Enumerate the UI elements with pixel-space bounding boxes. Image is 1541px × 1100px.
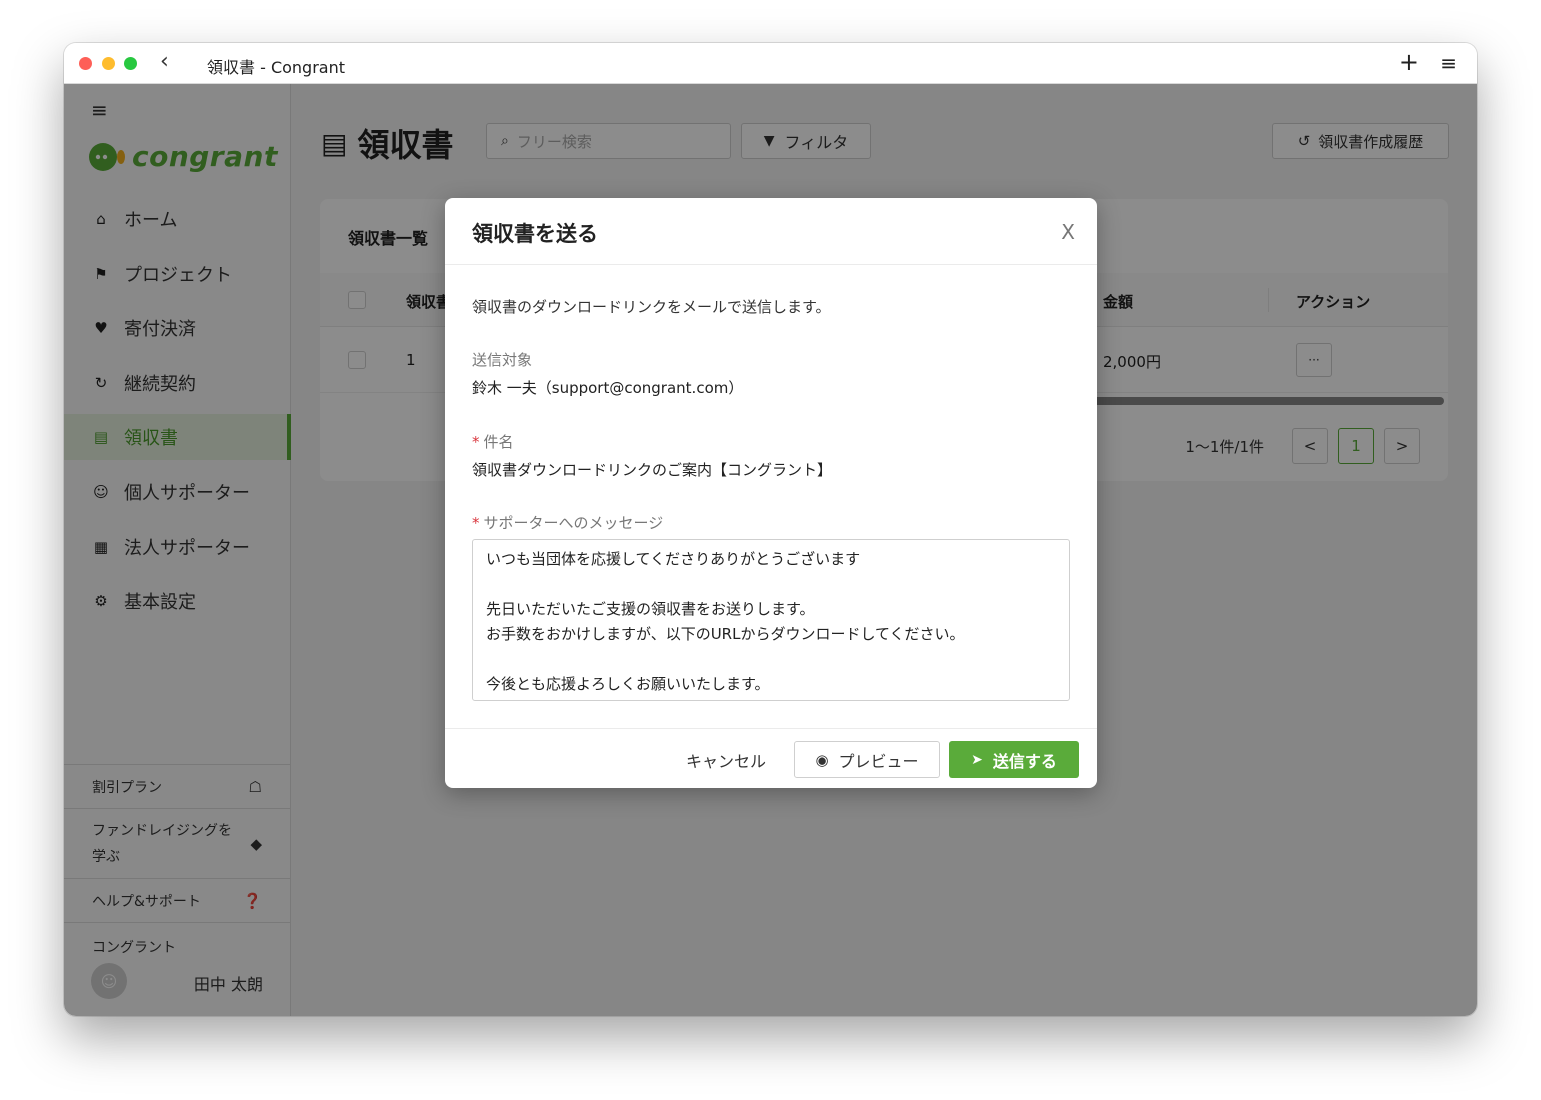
back-icon[interactable]: ‹	[160, 49, 169, 74]
browser-window: ‹ 領収書 - Congrant + ≡ ≡ congrant ⌂ ホーム ⚑ …	[64, 43, 1477, 1016]
modal-title: 領収書を送る	[472, 222, 598, 246]
close-icon[interactable]: X	[1061, 220, 1075, 244]
required-mark: *	[472, 433, 480, 451]
minimize-window-button[interactable]	[102, 57, 115, 70]
eye-icon: ◉	[815, 750, 829, 769]
message-label: * サポーターへのメッセージ	[472, 512, 663, 533]
preview-label: プレビュー	[838, 751, 919, 771]
message-label-text: サポーターへのメッセージ	[483, 514, 664, 532]
browser-menu-icon[interactable]: ≡	[1440, 51, 1457, 75]
target-label: 送信対象	[472, 351, 533, 369]
modal-footer: キャンセル ◉ プレビュー ➤ 送信する	[445, 728, 1097, 788]
subject-label-text: 件名	[483, 433, 514, 451]
new-tab-icon[interactable]: +	[1399, 48, 1419, 76]
send-receipt-modal: 領収書を送る X 領収書のダウンロードリンクをメールで送信します。 送信対象 鈴…	[445, 198, 1097, 788]
message-textarea[interactable]: いつも当団体を応援してくださりありがとうございます 先日いただいたご支援の領収書…	[472, 539, 1070, 701]
maximize-window-button[interactable]	[124, 57, 137, 70]
send-icon: ➤	[971, 751, 983, 768]
close-window-button[interactable]	[79, 57, 92, 70]
preview-button[interactable]: ◉ プレビュー	[794, 741, 940, 778]
cancel-button[interactable]: キャンセル	[686, 748, 766, 772]
subject-value: 領収書ダウンロードリンクのご案内【コングラント】	[472, 461, 833, 479]
required-mark: *	[472, 514, 480, 532]
target-value: 鈴木 一夫（support@congrant.com）	[472, 379, 744, 397]
title-bar: ‹ 領収書 - Congrant + ≡	[64, 43, 1477, 84]
send-label: 送信する	[992, 751, 1057, 771]
subject-label: * 件名	[472, 431, 514, 452]
window-title: 領収書 - Congrant	[207, 58, 346, 77]
modal-description: 領収書のダウンロードリンクをメールで送信します。	[472, 298, 831, 316]
modal-header: 領収書を送る X	[445, 198, 1097, 265]
send-button[interactable]: ➤ 送信する	[949, 741, 1079, 778]
